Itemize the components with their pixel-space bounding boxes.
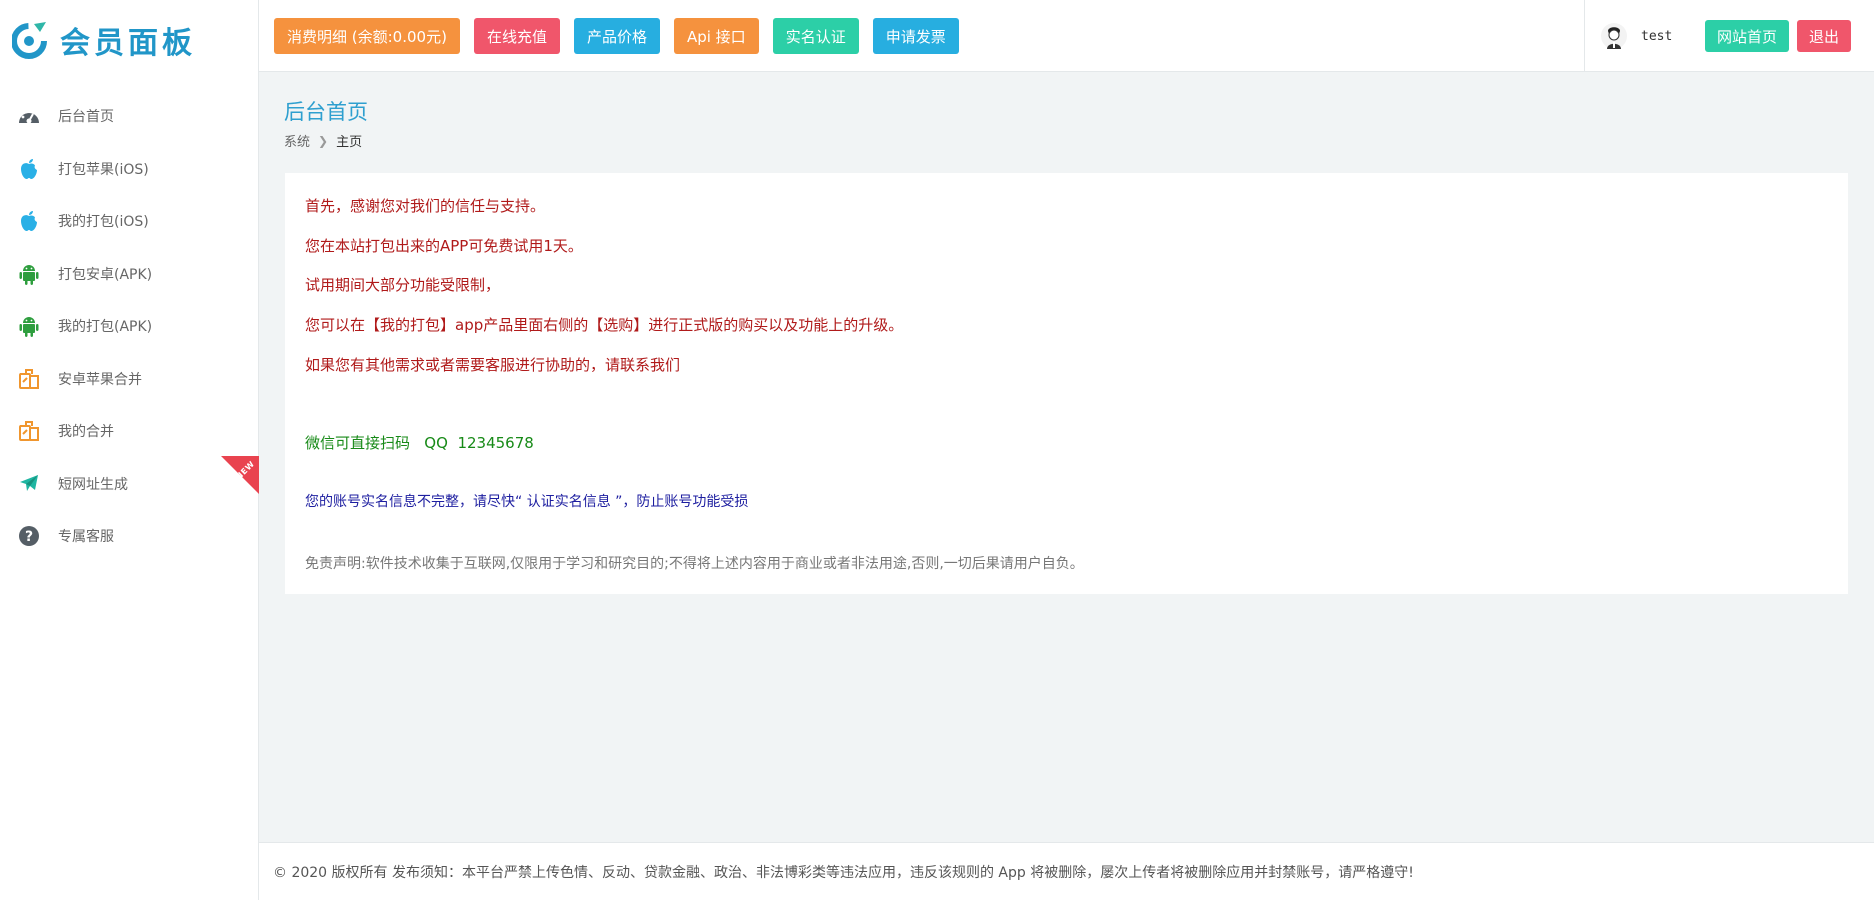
logout-button[interactable]: 退出 [1797, 20, 1852, 52]
recharge-button[interactable]: 在线充值 [473, 18, 560, 54]
breadcrumb-home: 主页 [336, 135, 363, 150]
user-area: test 网站首页 退出 [1584, 0, 1874, 71]
question-icon: ? [16, 523, 42, 549]
notice-line: 首先，感谢您对我们的信任与支持。 [305, 197, 546, 215]
apple-icon [16, 208, 42, 234]
android-icon [16, 313, 42, 339]
sidebar-item-label: 我的合并 [58, 424, 114, 441]
breadcrumb: 系统 ❯ 主页 [284, 131, 363, 151]
sidebar-item-label: 短网址生成 [58, 476, 128, 493]
sidebar-item-merge[interactable]: 安卓苹果合并 [0, 353, 259, 406]
logo-text: 会员面板 [60, 26, 196, 61]
site-home-button[interactable]: 网站首页 [1705, 20, 1790, 52]
sidebar-nav: 后台首页 打包苹果(iOS) 我的打包(iOS) 打包安卓(APK) 我的打包(… [0, 90, 259, 563]
sidebar-item-support[interactable]: ? 专属客服 [0, 510, 259, 563]
footer: © 2020 版权所有 发布须知：本平台严禁上传色情、反动、贷款金融、政治、非法… [259, 842, 1874, 900]
sidebar: 会员面板 后台首页 打包苹果(iOS) 我的打包(iOS) 打包安卓(APK) … [0, 0, 259, 900]
sidebar-item-dashboard[interactable]: 后台首页 [0, 90, 259, 143]
new-badge: NEW [221, 455, 259, 494]
sidebar-item-label: 打包安卓(APK) [58, 266, 153, 283]
notice-line: 如果您有其他需求或者需要客服进行协助的，请联系我们 [305, 356, 681, 374]
footer-text: © 2020 版权所有 发布须知：本平台严禁上传色情、反动、贷款金融、政治、非法… [273, 864, 1414, 881]
sidebar-item-my-pack-ios[interactable]: 我的打包(iOS) [0, 195, 259, 248]
notice-line: 试用期间大部分功能受限制， [305, 276, 501, 294]
apple-icon [16, 156, 42, 182]
svg-text:?: ? [25, 529, 33, 545]
page-title: 后台首页 [284, 100, 368, 124]
sidebar-item-label: 安卓苹果合并 [58, 371, 142, 388]
sidebar-item-short-url[interactable]: 短网址生成 NEW [0, 455, 259, 511]
verify-warning[interactable]: 您的账号实名信息不完整，请尽快“ 认证实名信息 ”，防止账号功能受损 [305, 491, 748, 511]
logo-icon [12, 20, 48, 60]
contact-info: 微信可直接扫码 QQ 12345678 [305, 434, 534, 452]
pricing-button[interactable]: 产品价格 [573, 18, 660, 54]
sidebar-item-label: 我的打包(iOS) [58, 214, 149, 231]
invoice-button[interactable]: 申请发票 [872, 18, 959, 54]
plane-icon [16, 471, 42, 497]
android-icon [16, 261, 42, 287]
sidebar-item-label: 专属客服 [58, 529, 114, 546]
notice-line: 您在本站打包出来的APP可免费试用1天。 [305, 237, 583, 255]
top-header: 消费明细 (余额:0.00元) 在线充值 产品价格 Api 接口 实名认证 申请… [259, 0, 1874, 72]
notice-line: 您可以在【我的打包】app产品里面右侧的【选购】进行正式版的购买以及功能上的升级… [305, 316, 904, 334]
verify-button[interactable]: 实名认证 [772, 18, 859, 54]
sidebar-item-label: 后台首页 [58, 109, 114, 126]
copy-icon [16, 418, 42, 444]
logo[interactable]: 会员面板 [12, 18, 196, 62]
avatar[interactable] [1601, 22, 1627, 50]
copy-icon [16, 366, 42, 392]
top-button-bar: 消费明细 (余额:0.00元) 在线充值 产品价格 Api 接口 实名认证 申请… [274, 18, 959, 54]
dashboard-icon [16, 103, 42, 129]
sidebar-item-label: 我的打包(APK) [58, 319, 153, 336]
chevron-right-icon: ❯ [318, 133, 329, 148]
username: test [1641, 29, 1673, 44]
sidebar-item-my-pack-apk[interactable]: 我的打包(APK) [0, 300, 259, 353]
notice-panel: 首先，感谢您对我们的信任与支持。 您在本站打包出来的APP可免费试用1天。 试用… [285, 173, 1848, 594]
billing-button[interactable]: 消费明细 (余额:0.00元) [274, 18, 460, 54]
api-button[interactable]: Api 接口 [673, 18, 759, 54]
sidebar-item-my-merge[interactable]: 我的合并 [0, 405, 259, 458]
sidebar-item-pack-apk[interactable]: 打包安卓(APK) [0, 248, 259, 301]
sidebar-item-label: 打包苹果(iOS) [58, 161, 149, 178]
breadcrumb-system[interactable]: 系统 [284, 131, 310, 150]
disclaimer: 免责声明:软件技术收集于互联网,仅限用于学习和研究目的;不得将上述内容用于商业或… [305, 556, 1084, 572]
sidebar-item-pack-ios[interactable]: 打包苹果(iOS) [0, 143, 259, 196]
